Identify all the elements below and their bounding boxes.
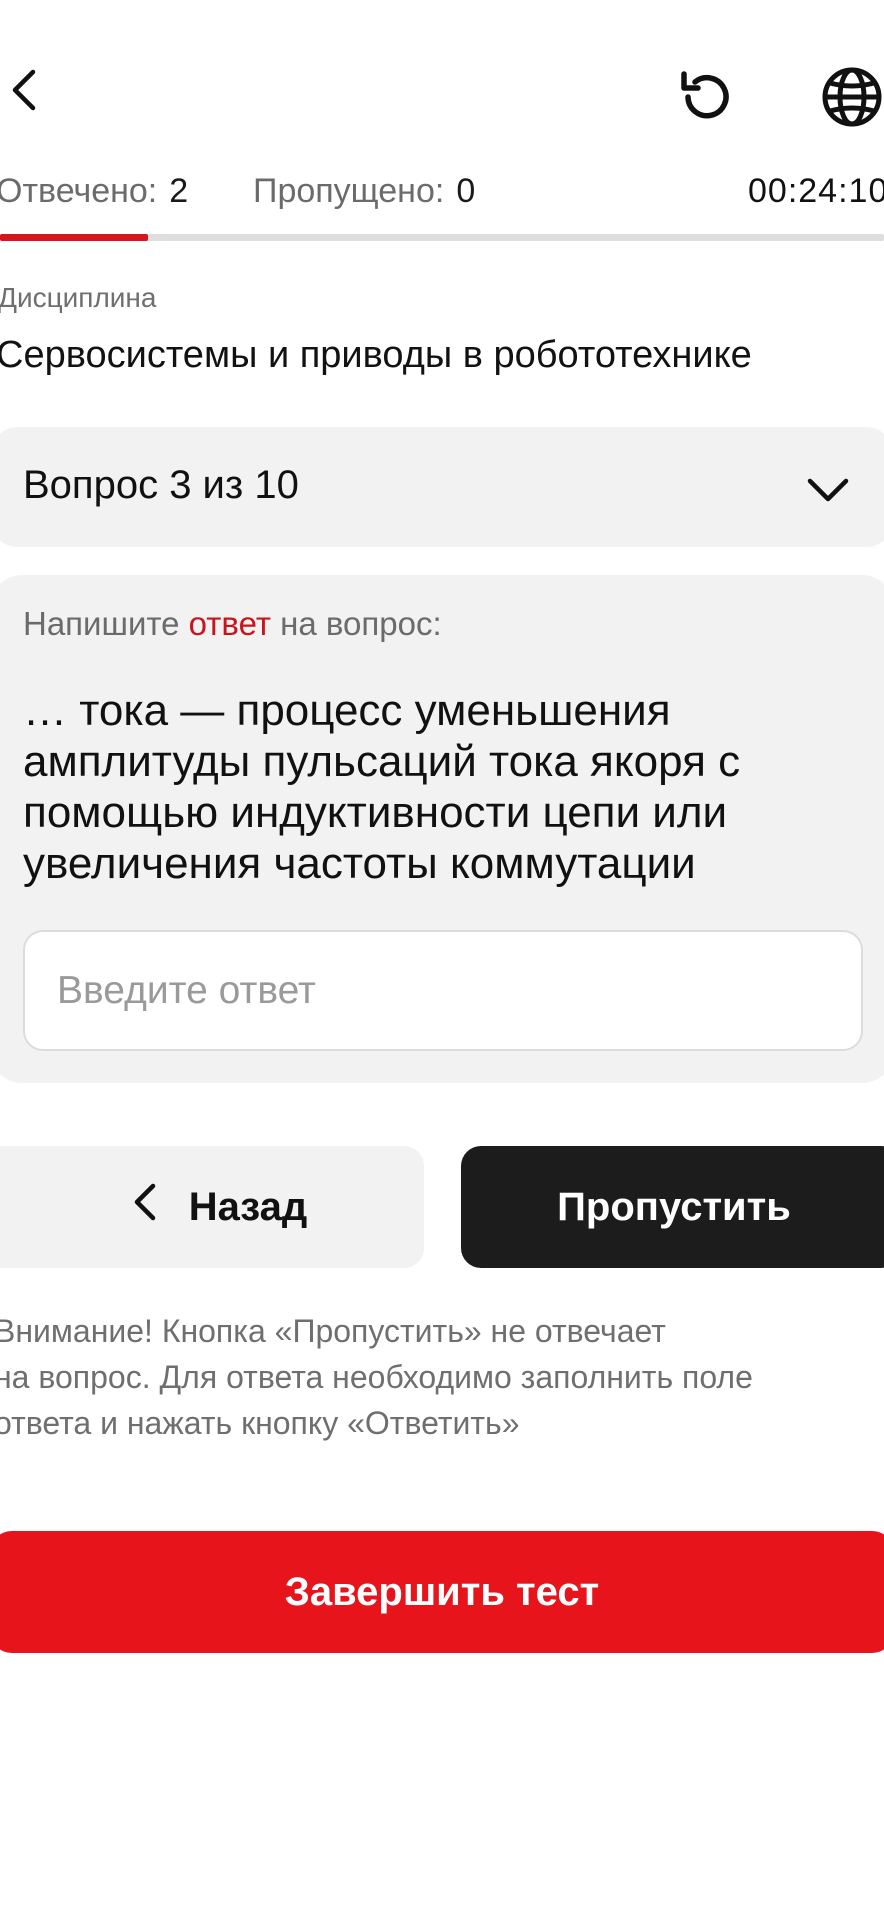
warning-text: Внимание! Кнопка «Пропустить» не отвечае… [0, 1308, 884, 1446]
question-selector-label: Вопрос 3 из 10 [23, 463, 299, 507]
question-prompt-start: Напишите [23, 605, 189, 642]
back-button[interactable]: Назад [0, 1146, 424, 1268]
skip-button-label: Пропустить [557, 1184, 791, 1229]
globe-icon[interactable] [815, 60, 884, 134]
skipped-value: 0 [456, 172, 476, 210]
question-card: Напишите ответ на вопрос: … тока — проце… [0, 575, 884, 1083]
timer: 00:24:10 [748, 172, 884, 210]
answered-value: 2 [169, 172, 189, 210]
answered-label: Отвечено: [0, 172, 158, 210]
question-prompt-end: на вопрос: [270, 605, 442, 642]
finish-test-label: Завершить тест [284, 1569, 600, 1614]
skipped-counter: Пропущено: 0 [253, 172, 475, 211]
answered-counter: Отвечено: 2 [0, 172, 188, 211]
skipped-label: Пропущено: [253, 172, 445, 210]
warning-line-1: Внимание! Кнопка «Пропустить» не отвечае… [0, 1313, 666, 1349]
skip-button[interactable]: Пропустить [461, 1146, 884, 1268]
stats-row: Отвечено: 2 Пропущено: 0 00:24:10 [0, 172, 884, 220]
back-icon[interactable] [0, 58, 46, 122]
finish-test-button[interactable]: Завершить тест [0, 1531, 884, 1653]
back-button-label: Назад [188, 1184, 308, 1229]
chevron-left-icon [131, 1180, 159, 1234]
question-prompt-accent: ответ [188, 605, 271, 642]
discipline-value: Сервосистемы и приводы в робототехнике [0, 334, 752, 376]
chevron-down-icon [804, 473, 852, 505]
warning-line-2: на вопрос. Для ответа необходимо заполни… [0, 1359, 753, 1395]
warning-line-3: ответа и нажать кнопку «Ответить» [0, 1405, 520, 1441]
question-text: … тока — процесс уменьшения амплитуды пу… [23, 686, 741, 888]
progress-fill [0, 234, 148, 241]
question-selector[interactable]: Вопрос 3 из 10 [0, 427, 884, 547]
question-prompt: Напишите ответ на вопрос: [23, 605, 442, 643]
refresh-icon[interactable] [670, 60, 744, 134]
answer-input[interactable] [23, 930, 863, 1051]
discipline-label: Дисциплина [0, 282, 157, 313]
